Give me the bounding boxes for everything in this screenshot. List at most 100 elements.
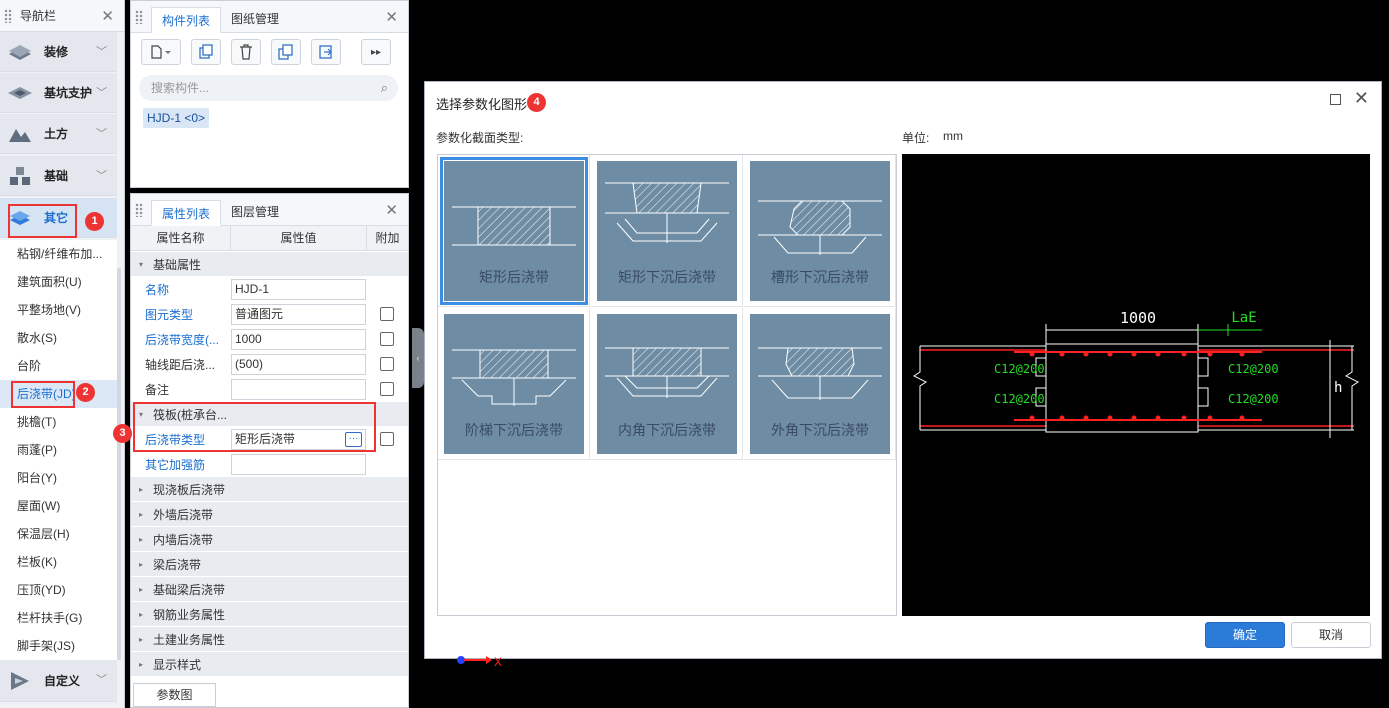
step-badge-3: 3 xyxy=(113,424,132,443)
tab-component-list[interactable]: 构件列表 xyxy=(151,7,222,33)
section-type-grid: 矩形后浇带 矩形下沉后浇带 槽形下沉后浇带阶梯下沉后浇带 内角下沉后浇带 外角下沉后浇带 xyxy=(437,154,897,616)
nav-category-decoration[interactable]: 装修 ﹀ xyxy=(0,32,117,72)
section-type-option[interactable]: 阶梯下沉后浇带 xyxy=(438,308,590,460)
nav-sub-item[interactable]: 栏杆扶手(G) xyxy=(0,604,117,632)
property-value-field[interactable]: 普通图元 xyxy=(231,304,366,325)
section-type-option[interactable]: 外角下沉后浇带 xyxy=(744,308,896,460)
expand-icon[interactable]: ▸ xyxy=(139,585,147,594)
attach-checkbox[interactable] xyxy=(380,357,394,371)
nav-category-custom[interactable]: 自定义 ﹀ xyxy=(0,660,117,702)
property-group[interactable]: ▾ 基础属性 xyxy=(131,252,408,277)
expand-icon[interactable]: ▸ xyxy=(139,660,147,669)
expand-icon[interactable]: ▸ xyxy=(139,610,147,619)
nav-sub-item[interactable]: 雨蓬(P) xyxy=(0,436,117,464)
layer-copy-button[interactable] xyxy=(311,39,341,65)
property-name: 其它加强筋 xyxy=(145,458,206,472)
nav-sub-item[interactable]: 屋面(W) xyxy=(0,492,117,520)
property-group[interactable]: ▸ 内墙后浇带 xyxy=(131,527,408,552)
property-value-field[interactable] xyxy=(231,454,366,475)
tab-layer-management[interactable]: 图层管理 xyxy=(221,199,289,225)
delete-button[interactable] xyxy=(231,39,261,65)
nav-sub-item[interactable]: 脚手架(JS) xyxy=(0,632,117,660)
close-icon[interactable]: ✕ xyxy=(385,8,398,26)
nav-category-label: 土方 xyxy=(44,127,69,141)
chevron-down-icon[interactable]: ﹀ xyxy=(96,84,107,100)
tab-property-list[interactable]: 属性列表 xyxy=(151,200,222,226)
property-group[interactable]: ▸ 钢筋业务属性 xyxy=(131,602,408,627)
layer-copy-icon xyxy=(319,45,332,59)
section-type-option[interactable]: 矩形后浇带 xyxy=(438,155,590,307)
copy-icon xyxy=(199,44,213,59)
expand-icon[interactable]: ▸ xyxy=(139,510,147,519)
attach-checkbox[interactable] xyxy=(380,332,394,346)
copy-button[interactable] xyxy=(191,39,221,65)
nav-category-earthwork[interactable]: 土方 ﹀ xyxy=(0,114,117,154)
nav-sub-item[interactable]: 阳台(Y) xyxy=(0,464,117,492)
nav-sub-item[interactable]: 压顶(YD) xyxy=(0,576,117,604)
tab-drawing-management[interactable]: 图纸管理 xyxy=(221,6,289,32)
header-extra: 附加 xyxy=(375,231,400,245)
nav-panel: 导航栏 ✕ 装修 ﹀ 基坑支护 ﹀ 土方 ﹀ 基础 ﹀ 其它 粘钢/纤维布加..… xyxy=(0,0,125,708)
nav-sub-item[interactable]: 粘钢/纤维布加... xyxy=(0,240,117,268)
collapse-icon[interactable]: ▾ xyxy=(139,260,147,269)
property-row: 名称 HJD-1 xyxy=(131,277,408,302)
property-group[interactable]: ▸ 外墙后浇带 xyxy=(131,502,408,527)
new-component-button[interactable] xyxy=(141,39,181,65)
highlight-box-strip-type xyxy=(133,402,376,452)
search-icon[interactable]: ⌕ xyxy=(381,80,388,96)
section-type-option[interactable]: 矩形下沉后浇带 xyxy=(591,155,743,307)
search-input[interactable] xyxy=(151,81,361,95)
maximize-icon[interactable] xyxy=(1330,94,1341,105)
attach-checkbox[interactable] xyxy=(380,382,394,396)
property-name: 备注 xyxy=(145,383,170,397)
nav-sub-item[interactable]: 栏板(K) xyxy=(0,548,117,576)
parameter-diagram-button[interactable]: 参数图 xyxy=(133,683,216,707)
grip-handle[interactable] xyxy=(4,8,12,23)
grip-handle[interactable] xyxy=(135,202,143,217)
nav-sub-item[interactable]: 平整场地(V) xyxy=(0,296,117,324)
close-icon[interactable]: ✕ xyxy=(1354,88,1369,109)
copy-to-floor-button[interactable] xyxy=(271,39,301,65)
close-icon[interactable]: ✕ xyxy=(101,7,114,25)
nav-category-foundation[interactable]: 基础 ﹀ xyxy=(0,156,117,196)
chevron-down-icon[interactable]: ﹀ xyxy=(96,671,107,687)
grip-handle[interactable] xyxy=(135,9,143,24)
property-group[interactable]: ▸ 土建业务属性 xyxy=(131,627,408,652)
nav-sub-item[interactable]: 台阶 xyxy=(0,352,117,380)
property-value-field[interactable]: (500) xyxy=(231,354,366,375)
section-type-option[interactable]: 内角下沉后浇带 xyxy=(591,308,743,460)
property-value-field[interactable]: HJD-1 xyxy=(231,279,366,300)
nav-sub-item[interactable]: 散水(S) xyxy=(0,324,117,352)
property-value-field[interactable] xyxy=(231,379,366,400)
property-group[interactable]: ▸ 现浇板后浇带 xyxy=(131,477,408,502)
nav-sub-item[interactable]: 挑檐(T) xyxy=(0,408,117,436)
close-icon[interactable]: ✕ xyxy=(385,201,398,219)
property-group[interactable]: ▸ 显示样式 xyxy=(131,652,408,677)
chevron-down-icon[interactable]: ﹀ xyxy=(96,43,107,59)
cancel-button[interactable]: 取消 xyxy=(1291,622,1371,648)
nav-sub-item[interactable]: 保温层(H) xyxy=(0,520,117,548)
lae-label: LaE xyxy=(1231,310,1256,326)
collapse-handle[interactable]: ‹ xyxy=(412,328,424,388)
property-value-field[interactable]: 1000 xyxy=(231,329,366,350)
expand-icon[interactable]: ▸ xyxy=(139,485,147,494)
property-group[interactable]: ▸ 基础梁后浇带 xyxy=(131,577,408,602)
chevron-down-icon[interactable]: ﹀ xyxy=(96,167,107,183)
step-badge-4: 4 xyxy=(527,93,546,112)
expand-icon[interactable]: ▸ xyxy=(139,635,147,644)
attach-checkbox[interactable] xyxy=(380,307,394,321)
ok-button[interactable]: 确定 xyxy=(1205,622,1285,648)
component-item-hjd-1[interactable]: HJD-1 <0> xyxy=(143,108,210,128)
expand-icon[interactable]: ▸ xyxy=(139,560,147,569)
chevron-down-icon[interactable]: ﹀ xyxy=(96,125,107,141)
section-type-option[interactable]: 槽形下沉后浇带 xyxy=(744,155,896,307)
expand-icon[interactable]: ▸ xyxy=(139,535,147,544)
scrollbar[interactable] xyxy=(117,268,121,660)
property-group[interactable]: ▸ 梁后浇带 xyxy=(131,552,408,577)
nav-title: 导航栏 xyxy=(20,9,57,23)
expand-more-icon[interactable]: ▸▸ xyxy=(361,39,391,65)
property-group-label: 显示样式 xyxy=(153,657,202,672)
attach-checkbox[interactable] xyxy=(380,432,394,446)
nav-category-pit-support[interactable]: 基坑支护 ﹀ xyxy=(0,73,117,113)
nav-sub-item[interactable]: 建筑面积(U) xyxy=(0,268,117,296)
